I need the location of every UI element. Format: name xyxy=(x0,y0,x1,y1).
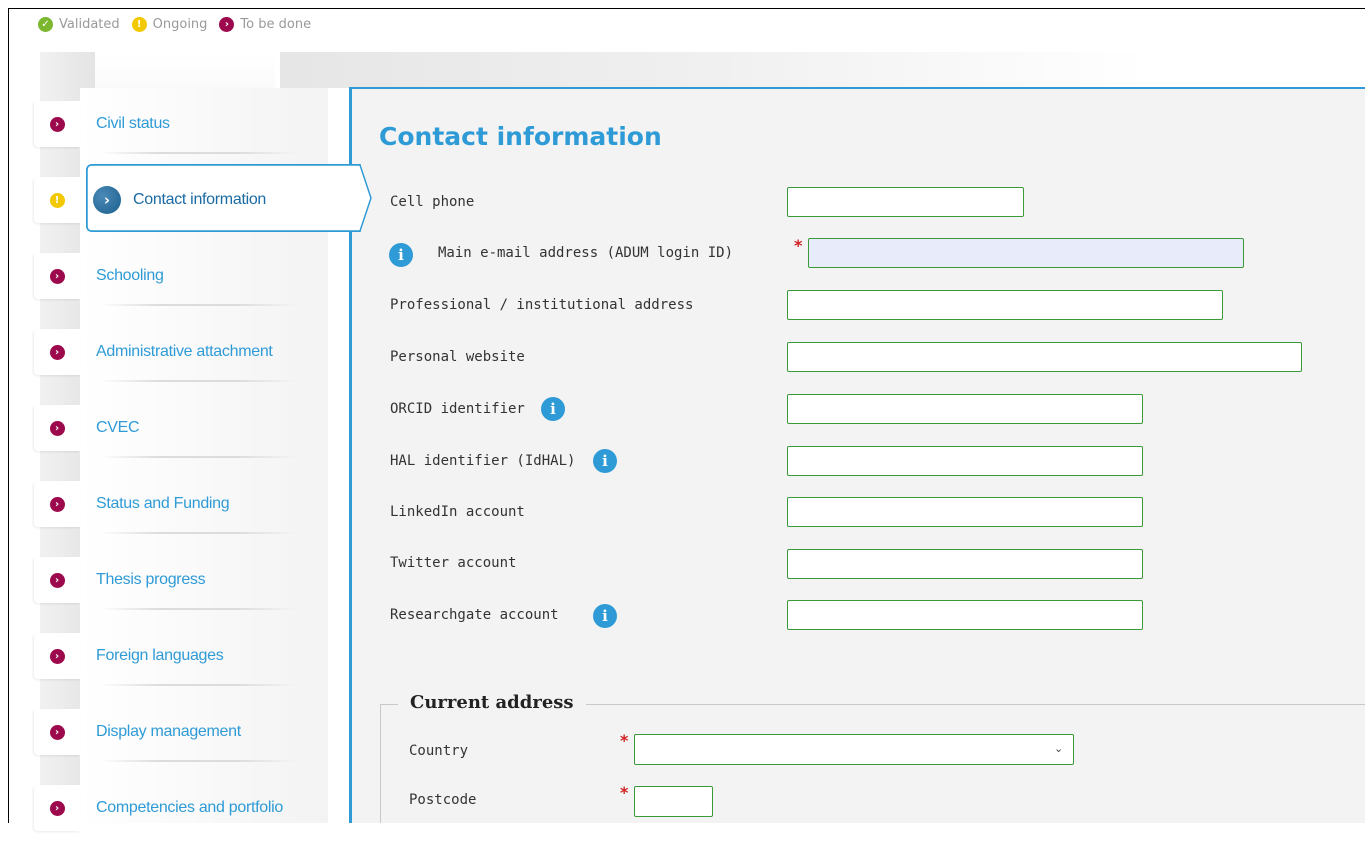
top-tab xyxy=(95,52,275,90)
status-to-be-done: › xyxy=(34,709,80,755)
chevron-right-icon: › xyxy=(219,17,235,32)
cell-phone-input[interactable] xyxy=(787,187,1024,217)
current-address-legend: Current address xyxy=(398,692,586,713)
status-to-be-done: › xyxy=(34,481,80,527)
sidebar-item-foreign-languages[interactable]: › Foreign languages xyxy=(34,620,328,696)
hal-input[interactable] xyxy=(787,446,1143,476)
main-email-input[interactable] xyxy=(808,238,1244,268)
orcid-label: ORCID identifier xyxy=(390,401,525,417)
status-ongoing: ! xyxy=(34,177,80,223)
chevron-right-icon: › xyxy=(49,496,65,512)
legend-validated: ✓ Validated xyxy=(38,17,120,32)
chevron-right-icon: › xyxy=(49,268,65,284)
sidebar-item-status-and-funding[interactable]: › Status and Funding xyxy=(34,468,328,544)
page-title: Contact information xyxy=(379,122,662,151)
top-band xyxy=(280,52,1365,88)
country-label: Country xyxy=(409,743,469,759)
sidebar-item-competencies-and-portfolio[interactable]: › Competencies and portfolio xyxy=(34,772,328,848)
divider xyxy=(100,760,298,762)
sidebar-item-civil-status[interactable]: › Civil status xyxy=(34,88,328,164)
chevron-right-icon: › xyxy=(49,724,65,740)
postcode-label: Postcode xyxy=(409,792,477,808)
chevron-right-icon: › xyxy=(93,186,121,214)
info-icon[interactable]: i xyxy=(593,604,617,628)
legend-ongoing: ! Ongoing xyxy=(131,17,207,32)
chevron-right-icon: › xyxy=(49,800,65,816)
researchgate-label: Researchgate account xyxy=(390,607,559,623)
chevron-right-icon: › xyxy=(49,420,65,436)
linkedin-input[interactable] xyxy=(787,497,1143,527)
main-email-label: Main e-mail address (ADUM login ID) xyxy=(438,245,734,261)
exclamation-icon: ! xyxy=(49,192,65,208)
divider xyxy=(100,456,298,458)
chevron-right-icon: › xyxy=(49,344,65,360)
divider xyxy=(100,152,298,154)
sidebar-item-cvec[interactable]: › CVEC xyxy=(34,392,328,468)
status-to-be-done: › xyxy=(34,253,80,299)
sidebar-item-display-management[interactable]: › Display management xyxy=(34,696,328,772)
info-icon[interactable]: i xyxy=(541,397,565,421)
chevron-right-icon: › xyxy=(49,648,65,664)
sidebar-item-administrative-attachment[interactable]: › Administrative attachment xyxy=(34,316,328,392)
exclamation-icon: ! xyxy=(131,17,147,32)
status-to-be-done: › xyxy=(34,633,80,679)
status-to-be-done: › xyxy=(34,329,80,375)
twitter-input[interactable] xyxy=(787,549,1143,579)
status-to-be-done: › xyxy=(34,101,80,147)
orcid-input[interactable] xyxy=(787,394,1143,424)
required-marker: * xyxy=(620,783,629,802)
fieldset-border xyxy=(380,704,381,823)
cell-phone-label: Cell phone xyxy=(390,194,475,210)
divider xyxy=(100,684,298,686)
legend-to-be-done: › To be done xyxy=(219,17,311,32)
sidebar-item-contact-information[interactable]: › Contact information xyxy=(86,164,372,232)
hal-label: HAL identifier (IdHAL) xyxy=(390,453,576,469)
personal-website-input[interactable] xyxy=(787,342,1302,372)
divider xyxy=(100,608,298,610)
twitter-label: Twitter account xyxy=(390,555,517,571)
status-to-be-done: › xyxy=(34,785,80,831)
professional-address-input[interactable] xyxy=(787,290,1223,320)
status-legend: ✓ Validated ! Ongoing › To be done xyxy=(38,17,323,32)
professional-address-label: Professional / institutional address xyxy=(390,297,694,313)
divider xyxy=(100,380,298,382)
divider xyxy=(100,532,298,534)
country-select[interactable] xyxy=(634,734,1074,765)
postcode-input[interactable] xyxy=(634,786,713,817)
divider xyxy=(100,304,298,306)
chevron-right-icon: › xyxy=(49,116,65,132)
chevron-right-icon: › xyxy=(49,572,65,588)
sidebar-item-schooling[interactable]: › Schooling xyxy=(34,240,328,316)
status-to-be-done: › xyxy=(34,405,80,451)
personal-website-label: Personal website xyxy=(390,349,525,365)
info-icon[interactable]: i xyxy=(593,449,617,473)
required-marker: * xyxy=(620,731,629,750)
chevron-down-icon[interactable]: ⌄ xyxy=(1054,742,1063,755)
info-icon[interactable]: i xyxy=(389,243,413,267)
researchgate-input[interactable] xyxy=(787,600,1143,630)
sidebar-item-thesis-progress[interactable]: › Thesis progress xyxy=(34,544,328,620)
check-icon: ✓ xyxy=(38,17,53,32)
status-to-be-done: › xyxy=(34,557,80,603)
required-marker: * xyxy=(794,236,803,255)
linkedin-label: LinkedIn account xyxy=(390,504,525,520)
